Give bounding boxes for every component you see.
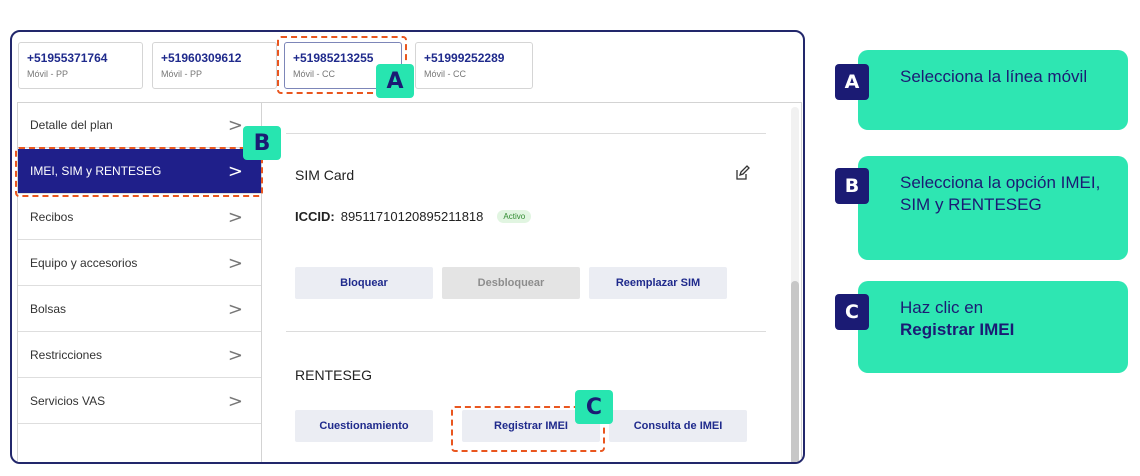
iccid-row: ICCID: 89511710120895211818 Activo bbox=[295, 209, 532, 224]
step-badge-b: B bbox=[835, 168, 869, 204]
sidebar-item-label: Servicios VAS bbox=[30, 394, 106, 408]
line-number: +51955371764 bbox=[27, 51, 108, 65]
chevron-right-icon: > bbox=[227, 252, 243, 274]
scrollbar-thumb[interactable] bbox=[791, 281, 799, 462]
sidebar-item-label: Equipo y accesorios bbox=[30, 256, 138, 270]
edit-icon[interactable] bbox=[734, 165, 750, 181]
sidebar-item-equipment[interactable]: Equipo y accesorios > bbox=[18, 241, 261, 286]
line-card[interactable]: +51955371764 Móvil - PP bbox=[18, 42, 143, 89]
replace-sim-button[interactable]: Reemplazar SIM bbox=[589, 267, 727, 299]
sidebar-item-label: Recibos bbox=[30, 210, 74, 224]
step-badge-c: C bbox=[835, 294, 869, 330]
line-number: +51999252289 bbox=[424, 51, 505, 65]
divider bbox=[286, 133, 766, 134]
imei-query-button[interactable]: Consulta de IMEI bbox=[609, 410, 747, 442]
line-number: +51960309612 bbox=[161, 51, 242, 65]
step-card-a: Selecciona la línea móvil bbox=[858, 50, 1128, 130]
block-button[interactable]: Bloquear bbox=[295, 267, 433, 299]
sidebar-item-receipts[interactable]: Recibos > bbox=[18, 195, 261, 240]
iccid-value: 89511710120895211818 bbox=[340, 209, 484, 224]
chevron-right-icon: > bbox=[227, 298, 243, 320]
step-bold-text: Registrar IMEI bbox=[900, 320, 1015, 340]
questioning-button[interactable]: Cuestionamiento bbox=[295, 410, 433, 442]
line-type: Móvil - PP bbox=[27, 69, 69, 79]
line-type: Móvil - PP bbox=[161, 69, 203, 79]
line-type: Móvil - CC bbox=[424, 69, 466, 79]
sidebar-item-label: Bolsas bbox=[30, 302, 67, 316]
step-card-b: Selecciona la opción IMEI, SIM y RENTESE… bbox=[858, 156, 1128, 260]
sidebar-item-restrictions[interactable]: Restricciones > bbox=[18, 333, 261, 378]
sidebar-item-label: Detalle del plan bbox=[30, 118, 113, 132]
line-card[interactable]: +51960309612 Móvil - PP bbox=[152, 42, 277, 89]
unblock-button[interactable]: Desbloquear bbox=[442, 267, 580, 299]
sidebar-item-label: Restricciones bbox=[30, 348, 103, 362]
marker-a: A bbox=[376, 64, 414, 98]
iccid-label: ICCID: bbox=[295, 209, 335, 224]
step-text: Haz clic en bbox=[900, 298, 984, 317]
highlight-sidebar-option bbox=[15, 147, 263, 197]
status-badge: Activo bbox=[497, 210, 532, 223]
sim-card-title: SIM Card bbox=[295, 167, 355, 183]
chevron-right-icon: > bbox=[227, 344, 243, 366]
line-card[interactable]: +51999252289 Móvil - CC bbox=[415, 42, 533, 89]
sidebar-item-plan-details[interactable]: Detalle del plan > bbox=[18, 103, 261, 148]
marker-b: B bbox=[243, 126, 281, 160]
step-text: Selecciona la opción IMEI, SIM y RENTESE… bbox=[900, 173, 1101, 215]
chevron-right-icon: > bbox=[227, 390, 243, 412]
chevron-right-icon: > bbox=[227, 114, 243, 136]
marker-c: C bbox=[575, 390, 613, 424]
step-card-c: Haz clic en Registrar IMEI bbox=[858, 281, 1128, 373]
step-text: Selecciona la línea móvil bbox=[900, 67, 1088, 86]
step-badge-a: A bbox=[835, 64, 869, 100]
sidebar-item-vas-services[interactable]: Servicios VAS > bbox=[18, 379, 261, 424]
sidebar-item-bundles[interactable]: Bolsas > bbox=[18, 287, 261, 332]
chevron-right-icon: > bbox=[227, 206, 243, 228]
renteseg-title: RENTESEG bbox=[295, 367, 373, 383]
divider bbox=[286, 331, 766, 332]
